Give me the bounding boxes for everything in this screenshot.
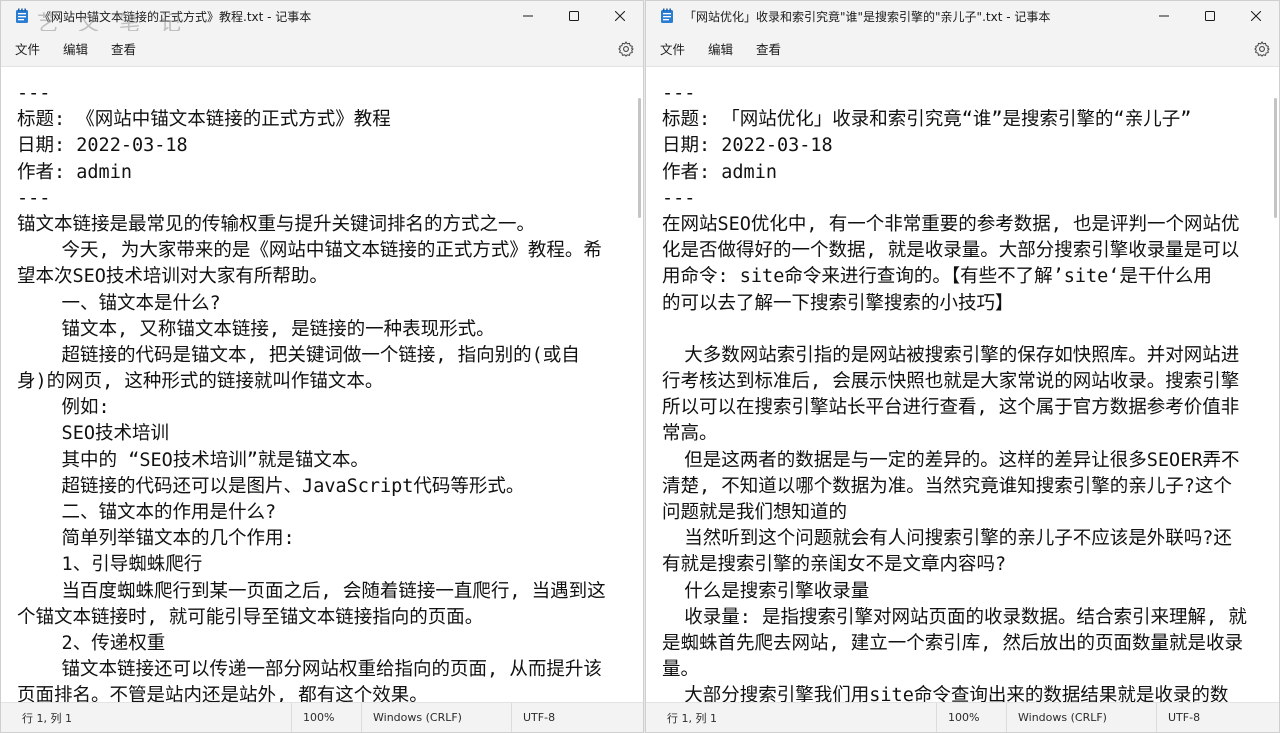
text-line: 锚文本链接是最常见的传输权重与提升关键词排名的方式之一。 (17, 213, 536, 235)
notepad-icon (16, 8, 28, 23)
window-title: 《网站中锚文本链接的正式方式》教程.txt - 记事本 (39, 9, 312, 24)
text-editor[interactable]: --- 标题: 《网站中锚文本链接的正式方式》教程 日期: 2022-03-18 作者… (1, 68, 633, 702)
text-line: 在网站SEO优化中, 有一个非常重要的参考数据, 也是评判一个网站优 (662, 213, 1240, 235)
notepad-window-left: 《网站中锚文本链接的正式方式》教程.txt - 记事本 艺文笔记 WWW.WEN… (0, 0, 644, 733)
text-line: 例如: (17, 397, 110, 419)
text-line: 身)的网页, 这种形式的链接就叫作锚文本。 (17, 371, 384, 393)
minimize-button[interactable] (1141, 1, 1187, 31)
text-line: 行考核达到标准后, 会展示快照也就是大家常说的网站收录。搜索引擎 (662, 371, 1240, 393)
text-line: 作者: admin (17, 161, 132, 183)
maximize-button[interactable] (1187, 1, 1233, 31)
text-line: 望本次SEO技术培训对大家有所帮助。 (17, 266, 328, 288)
window-title: 「网站优化」收录和索引究竟"谁"是搜索引擎的"亲儿子".txt - 记事本 (684, 9, 1051, 24)
gear-icon[interactable] (1253, 40, 1271, 58)
close-icon (1251, 11, 1261, 21)
close-button[interactable] (597, 1, 643, 31)
notepad-window-right: 「网站优化」收录和索引究竟"谁"是搜索引擎的"亲儿子".txt - 记事本 文件… (645, 0, 1280, 733)
cursor-position: 行 1, 列 1 (667, 711, 717, 725)
gear-icon[interactable] (617, 40, 635, 58)
text-line: 当百度蜘蛛爬行到某一页面之后, 会随着链接一直爬行, 当遇到这 (17, 580, 606, 602)
text-line: 是蜘蛛首先爬去网站, 建立一个索引库, 然后放出的页面数量就是收录 (662, 632, 1244, 654)
text-line (662, 317, 1269, 343)
text-line: 用命令: site命令来进行查询的。【有些不了解’site‘是干什么用 (662, 266, 1212, 288)
text-line: 页面排名。不管是站内还是站外, 都有这个效果。 (17, 685, 428, 702)
text-line: 个锚文本链接时, 就可能引导至锚文本链接指向的页面。 (17, 606, 484, 628)
text-line: 日期: 2022-03-18 (662, 135, 833, 157)
text-line: 锚文本, 又称锚文本链接, 是链接的一种表现形式。 (17, 318, 495, 340)
menu-bar: 文件 编辑 查看 (646, 31, 1279, 67)
close-button[interactable] (1233, 1, 1279, 31)
text-line: 今天, 为大家带来的是《网站中锚文本链接的正式方式》教程。希 (17, 240, 602, 262)
minimize-button[interactable] (505, 1, 551, 31)
text-line: 但是这两者的数据是与一定的差异的。这样的差异让很多SEOER弄不 (662, 449, 1240, 471)
menu-bar: 文件 编辑 查看 (1, 31, 643, 67)
notepad-icon (661, 8, 673, 23)
text-line: 简单列举锚文本的几个作用: (17, 528, 295, 550)
zoom-level: 100% (291, 702, 361, 732)
menu-view[interactable]: 查看 (101, 35, 146, 62)
text-line: 超链接的代码是锚文本, 把关键词做一个链接, 指向别的(或自 (17, 344, 580, 366)
text-line: 所以可以在搜索引擎站长平台进行查看, 这个属于官方数据参考价值非 (662, 397, 1240, 419)
minimize-icon (523, 15, 533, 17)
text-line: --- (662, 187, 696, 209)
status-bar: 行 1, 列 1 100% Windows (CRLF) UTF-8 (1, 702, 643, 732)
text-line: 有就是搜索引擎的亲闺女不是文章内容吗? (662, 554, 1007, 576)
text-line: 清楚, 不知道以哪个数据为准。当然究竟谁知搜索引擎的亲儿子?这个 (662, 475, 1232, 497)
text-line: 其中的 “SEO技术培训”就是锚文本。 (17, 449, 369, 471)
cursor-position: 行 1, 列 1 (22, 711, 72, 725)
text-line: SEO技术培训 (17, 423, 169, 445)
encoding: UTF-8 (511, 702, 643, 732)
text-line: 标题: 《网站中锚文本链接的正式方式》教程 (17, 109, 391, 131)
menu-edit[interactable]: 编辑 (53, 35, 98, 62)
line-ending: Windows (CRLF) (361, 702, 511, 732)
text-line: 一、锚文本是什么? (17, 292, 221, 314)
maximize-icon (569, 11, 579, 21)
text-line: 什么是搜索引擎收录量 (662, 580, 870, 602)
text-line: 日期: 2022-03-18 (17, 135, 188, 157)
text-line: 2、传递权重 (17, 632, 166, 654)
title-bar[interactable]: 「网站优化」收录和索引究竟"谁"是搜索引擎的"亲儿子".txt - 记事本 (646, 1, 1279, 31)
text-line: 大多数网站索引指的是网站被搜索引擎的保存如快照库。并对网站进 (662, 344, 1240, 366)
maximize-icon (1205, 11, 1215, 21)
text-line: 锚文本链接还可以传递一部分网站权重给指向的页面, 从而提升该 (17, 659, 602, 681)
text-line: 当然听到这个问题就会有人问搜索引擎的亲儿子不应该是外联吗?还 (662, 528, 1232, 550)
line-ending: Windows (CRLF) (1006, 702, 1156, 732)
status-bar: 行 1, 列 1 100% Windows (CRLF) UTF-8 (646, 702, 1279, 732)
text-line: 作者: admin (662, 161, 777, 183)
text-editor[interactable]: --- 标题: 「网站优化」收录和索引究竟“谁”是搜索引擎的“亲儿子” 日期: 20… (646, 68, 1269, 702)
text-line: --- (17, 83, 51, 104)
scroll-thumb[interactable] (638, 98, 641, 218)
text-line: 1、引导蜘蛛爬行 (17, 554, 203, 576)
encoding: UTF-8 (1156, 702, 1279, 732)
text-line: 标题: 「网站优化」收录和索引究竟“谁”是搜索引擎的“亲儿子” (662, 109, 1192, 131)
text-line: 常高。 (662, 423, 718, 445)
text-line: --- (662, 83, 696, 104)
menu-edit[interactable]: 编辑 (698, 35, 743, 62)
text-line: 化是否做得好的一个数据, 就是收录量。大部分搜索引擎收录量是可以 (662, 240, 1240, 262)
menu-view[interactable]: 查看 (746, 35, 791, 62)
text-line: 量。 (662, 659, 700, 681)
menu-file[interactable]: 文件 (650, 35, 695, 62)
text-line: 问题就是我们想知道的 (662, 502, 848, 523)
minimize-icon (1159, 15, 1169, 17)
menu-file[interactable]: 文件 (5, 35, 50, 62)
text-line: 收录量: 是指搜索引擎对网站页面的收录数据。结合索引来理解, 就 (662, 606, 1247, 628)
scroll-thumb[interactable] (1274, 98, 1277, 218)
title-bar[interactable]: 《网站中锚文本链接的正式方式》教程.txt - 记事本 艺文笔记 WWW.WEN… (1, 1, 643, 46)
text-line: 二、锚文本的作用是什么? (17, 502, 277, 523)
text-line: --- (17, 187, 51, 209)
vertical-scrollbar[interactable] (1269, 68, 1279, 702)
zoom-level: 100% (936, 702, 1006, 732)
maximize-button[interactable] (551, 1, 597, 31)
text-line: 大部分搜索引擎我们用site命令查询出来的数据结果就是收录的数 (662, 685, 1229, 702)
vertical-scrollbar[interactable] (633, 68, 643, 702)
text-line: 的可以去了解一下搜索引擎搜索的小技巧】 (662, 292, 1014, 314)
close-icon (615, 11, 625, 21)
text-line: 超链接的代码还可以是图片、JavaScript代码等形式。 (17, 475, 525, 497)
